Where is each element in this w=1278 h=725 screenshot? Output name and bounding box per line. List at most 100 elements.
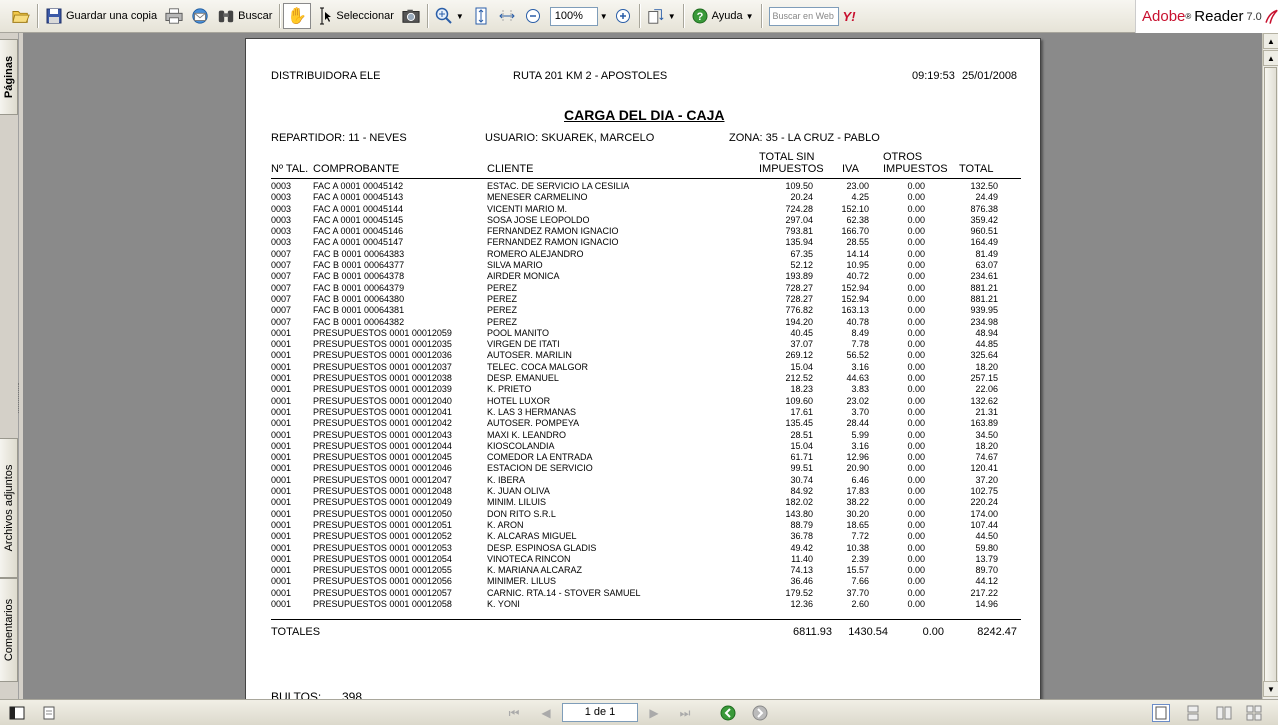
first-page-button[interactable]: ⏮	[505, 704, 523, 722]
print-button[interactable]	[161, 3, 187, 29]
save-copy-button[interactable]: Guardar una copia	[41, 3, 161, 29]
scrollbar-thumb[interactable]	[1264, 67, 1277, 697]
row-comprobante: PRESUPUESTOS 0001 00012037	[313, 361, 452, 372]
binoculars-icon	[217, 7, 235, 25]
row-tal: 0007	[271, 293, 292, 304]
zoom-in-tool-button[interactable]: ▼	[431, 3, 468, 29]
row-cliente: PEREZ	[487, 293, 518, 304]
continuous-facing-icon	[1246, 705, 1262, 721]
table-row: 0007 FAC B 0001 00064379 PEREZ 728.27 152.94…	[271, 283, 1021, 294]
row-total: 257.15	[970, 373, 998, 384]
row-comprobante: PRESUPUESTOS 0001 00012040	[313, 395, 452, 406]
previous-page-button[interactable]: ◀	[537, 704, 555, 722]
chevron-down-icon[interactable]: ▼	[668, 12, 676, 21]
scroll-down-button[interactable]: ▼	[1263, 681, 1278, 697]
help-button[interactable]: ? Ayuda ▼	[687, 3, 758, 29]
row-iva: 163.13	[841, 305, 869, 316]
row-iva: 3.70	[851, 406, 869, 417]
row-total: 89.70	[975, 565, 998, 576]
row-iva: 30.20	[846, 508, 869, 519]
zoom-dropdown-button[interactable]: ▼	[598, 3, 610, 29]
row-net: 12.36	[790, 598, 813, 609]
zoom-level-input[interactable]: 100%	[549, 6, 598, 26]
rotate-view-button[interactable]: ▼	[643, 3, 680, 29]
svg-text:?: ?	[696, 11, 703, 23]
row-tal: 0001	[271, 486, 292, 497]
continuous-view-button[interactable]	[1184, 704, 1202, 722]
row-iva: 3.16	[851, 440, 869, 451]
status-bar: ⏮ ◀ 1 de 1 ▶ ⏭	[0, 699, 1278, 725]
row-total: 132.50	[970, 181, 998, 191]
go-back-button[interactable]	[719, 704, 737, 722]
row-tal: 0003	[271, 192, 292, 203]
row-cliente: AUTOSER. MARILIN	[487, 350, 572, 361]
row-iva: 10.95	[846, 260, 869, 271]
last-page-button[interactable]: ⏭	[676, 704, 694, 722]
single-page-view-button[interactable]	[1152, 704, 1170, 722]
fit-width-button[interactable]	[494, 3, 520, 29]
yahoo-button[interactable]: Y!	[839, 3, 860, 29]
row-net: 728.27	[785, 282, 813, 293]
row-tal: 0001	[271, 440, 292, 451]
printer-icon	[165, 7, 183, 25]
facing-view-button[interactable]	[1215, 704, 1233, 722]
chevron-down-icon[interactable]: ▼	[456, 12, 464, 21]
row-comprobante: PRESUPUESTOS 0001 00012045	[313, 452, 452, 463]
page-number-field[interactable]: 1 de 1	[562, 703, 638, 722]
row-comprobante: FAC A 0001 00045146	[313, 226, 404, 237]
page-info-button[interactable]	[40, 704, 58, 722]
row-total: 881.21	[970, 282, 998, 293]
row-cliente: K. MARIANA ALCARAZ	[487, 565, 583, 576]
row-cliente: K. YONI	[487, 598, 520, 609]
panel-resize-handle[interactable]	[18, 383, 22, 413]
row-net: 74.13	[790, 565, 813, 576]
row-cliente: K. LAS 3 HERMANAS	[487, 406, 577, 417]
row-cliente: PEREZ	[487, 305, 518, 316]
row-net: 212.52	[785, 373, 813, 384]
scroll-up-button[interactable]: ▲	[1263, 50, 1278, 66]
row-comprobante: PRESUPUESTOS 0001 00012058	[313, 598, 452, 609]
email-button[interactable]	[187, 3, 213, 29]
brand-name: Adobe	[1142, 8, 1186, 25]
row-cliente: AIRDER MONICA	[487, 271, 560, 282]
row-total: 44.85	[975, 339, 998, 350]
row-cliente: COMEDOR LA ENTRADA	[487, 452, 593, 463]
web-search-input[interactable]: Buscar en Web	[768, 6, 839, 26]
table-row: 0007 FAC B 0001 00064381 PEREZ 776.82 163.13…	[271, 305, 1021, 316]
row-net: 36.78	[790, 531, 813, 542]
row-iva: 12.96	[846, 452, 869, 463]
minus-circle-icon	[524, 7, 542, 25]
zoom-out-button[interactable]	[520, 3, 546, 29]
fit-page-button[interactable]	[468, 3, 494, 29]
hand-tool-button[interactable]: ✋	[283, 3, 312, 29]
row-total: 59.80	[975, 542, 998, 553]
row-iva: 3.16	[851, 361, 869, 372]
row-otros: 0.00	[907, 452, 925, 463]
header-otros-2: IMPUESTOS	[883, 163, 948, 175]
row-cliente: POOL MANITO	[487, 327, 550, 338]
open-button[interactable]	[8, 3, 34, 29]
select-tool-button[interactable]: Seleccionar	[311, 3, 397, 29]
tab-comments[interactable]: Comentarios	[0, 578, 18, 682]
product-version: 7.0	[1246, 10, 1262, 23]
toggle-navigation-button[interactable]	[8, 704, 26, 722]
search-button[interactable]: Buscar	[213, 3, 276, 29]
go-forward-button[interactable]	[751, 704, 769, 722]
row-otros: 0.00	[907, 327, 925, 338]
page-layout-icon	[647, 7, 665, 25]
tab-pages[interactable]: Páginas	[0, 39, 18, 115]
row-tal: 0001	[271, 519, 292, 530]
zoom-in-button[interactable]	[610, 3, 636, 29]
chevron-down-icon[interactable]: ▼	[746, 12, 754, 21]
row-otros: 0.00	[907, 418, 925, 429]
vertical-scrollbar[interactable]: ▲ ▲ ▼	[1262, 33, 1278, 699]
document-viewer[interactable]: DISTRIBUIDORA ELE RUTA 201 KM 2 - APOSTO…	[23, 33, 1262, 699]
next-page-button[interactable]: ▶	[645, 704, 663, 722]
row-otros: 0.00	[907, 305, 925, 316]
row-cliente: VINOTECA RINCON	[487, 553, 571, 564]
tab-attachments[interactable]: Archivos adjuntos	[0, 438, 18, 578]
page-up-button[interactable]: ▲	[1263, 33, 1278, 49]
snapshot-button[interactable]	[398, 3, 424, 29]
table-row: 0001 PRESUPUESTOS 0001 00012035 VIRGEN DE …	[271, 339, 1021, 350]
continuous-facing-view-button[interactable]	[1245, 704, 1263, 722]
